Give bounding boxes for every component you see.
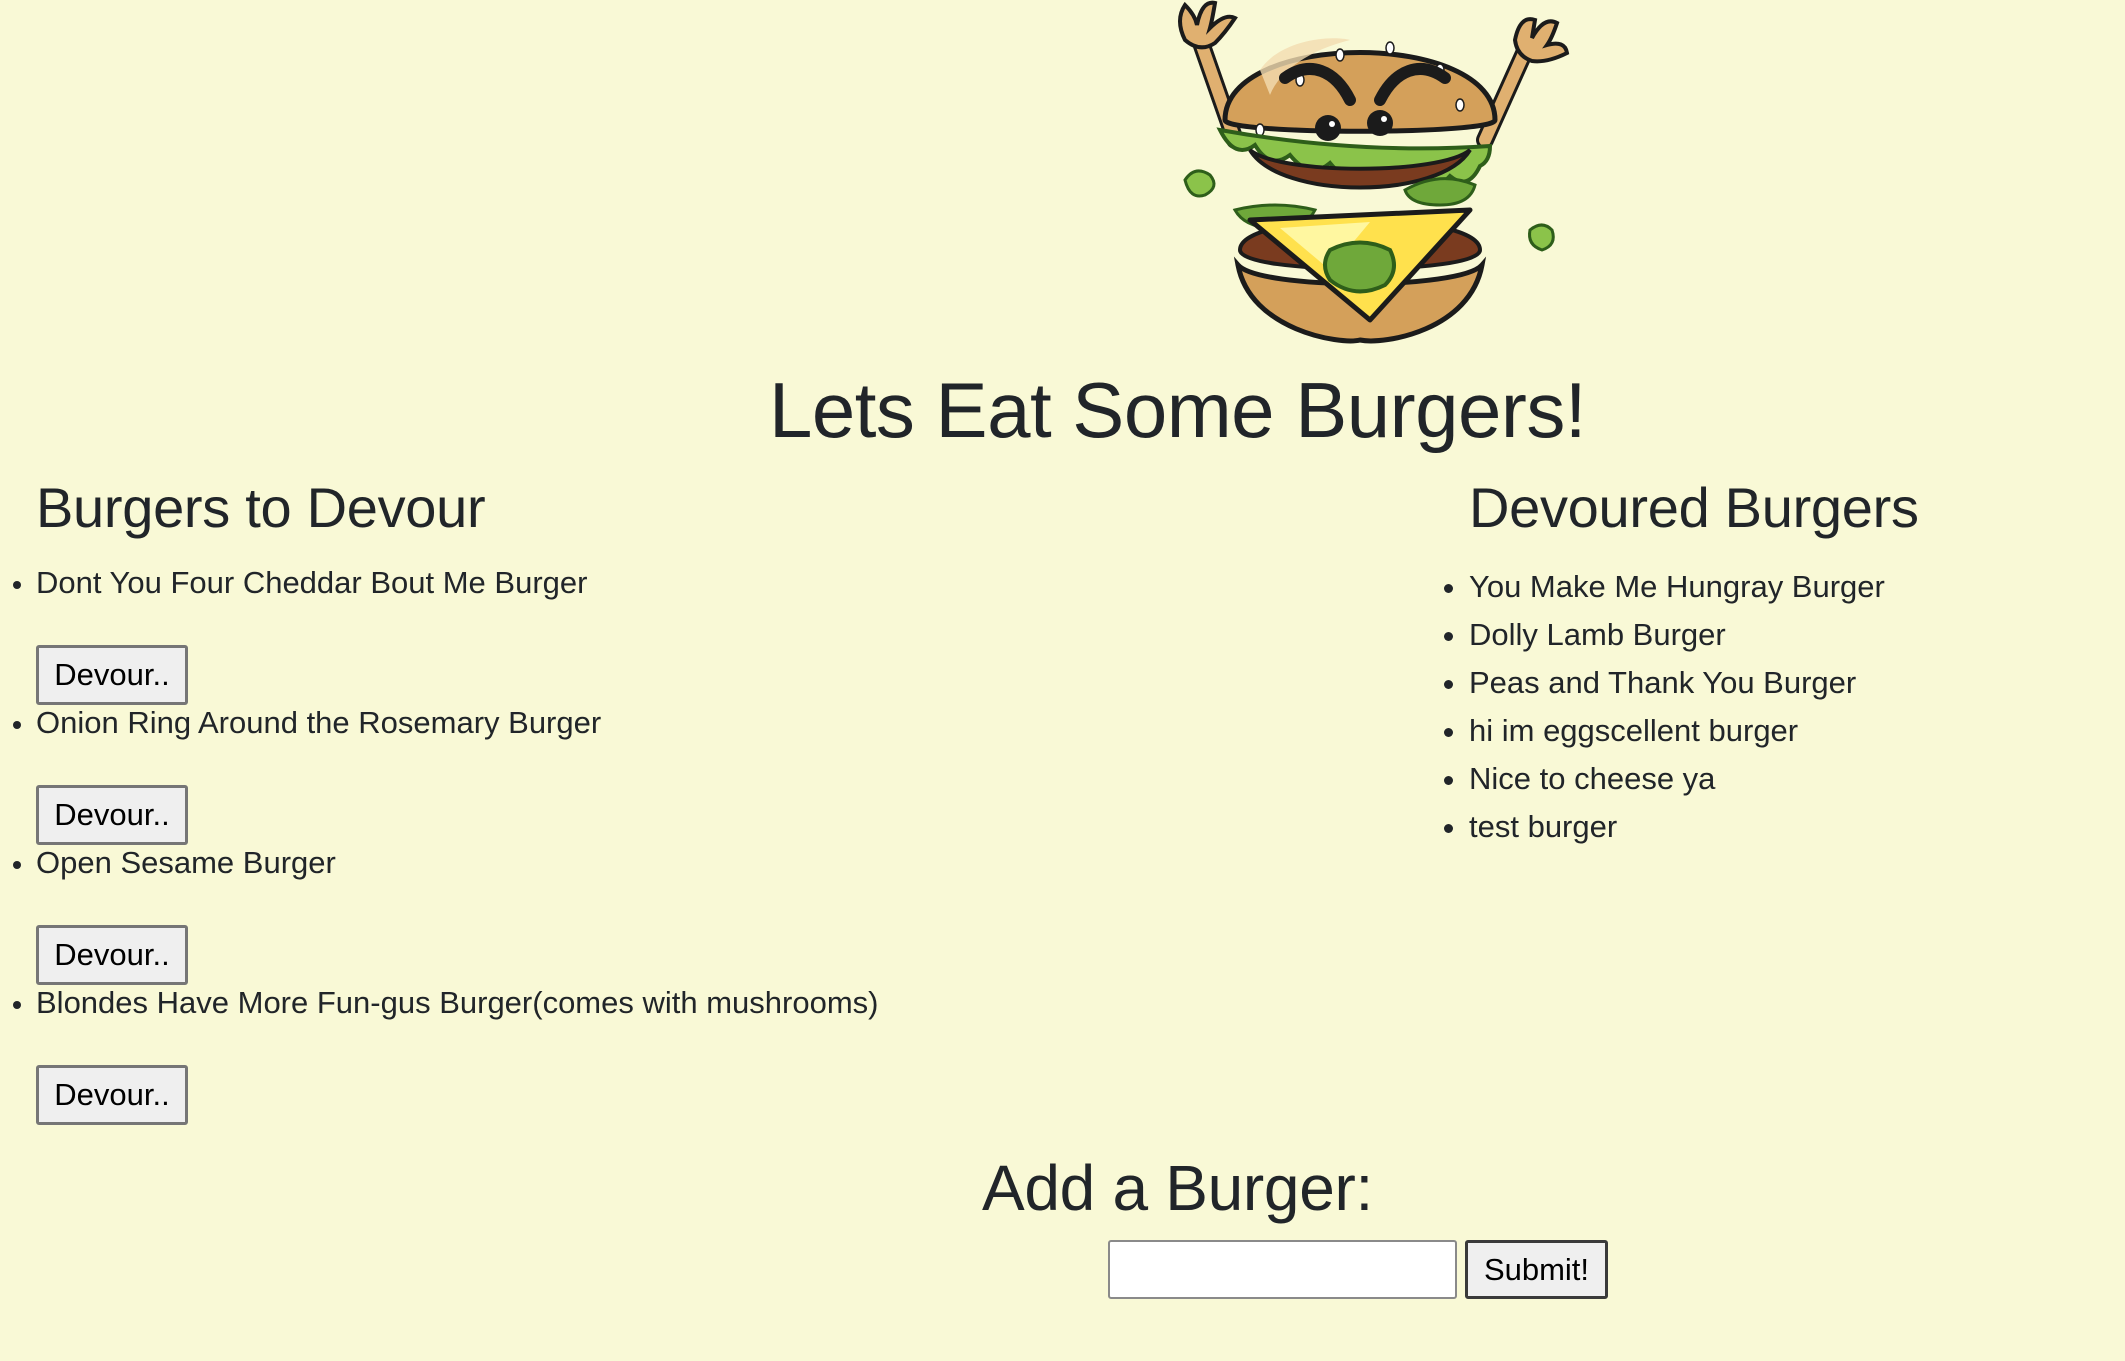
list-item: test burger	[1469, 803, 2089, 851]
to-devour-section: Burgers to Devour Dont You Four Cheddar …	[36, 473, 986, 1125]
list-item: Onion Ring Around the Rosemary Burger De…	[36, 703, 986, 845]
to-devour-list: Dont You Four Cheddar Bout Me Burger Dev…	[36, 563, 986, 1125]
burger-name: Blondes Have More Fun-gus Burger(comes w…	[36, 985, 879, 1020]
list-item: hi im eggscellent burger	[1469, 707, 2089, 755]
burger-name: Dont You Four Cheddar Bout Me Burger	[36, 565, 588, 600]
angry-burger-mascot-icon	[1178, 0, 1570, 344]
burger-mascot-logo	[1140, 0, 1580, 365]
add-burger-heading: Add a Burger:	[981, 1152, 1373, 1224]
add-burger-section: Add a Burger: Submit!	[0, 1148, 2125, 1299]
devour-button[interactable]: Devour..	[36, 1065, 188, 1125]
list-item: Nice to cheese ya	[1469, 755, 2089, 803]
list-item: Blondes Have More Fun-gus Burger(comes w…	[36, 983, 986, 1125]
list-item: Dont You Four Cheddar Bout Me Burger Dev…	[36, 563, 986, 705]
burger-name-input[interactable]	[1108, 1240, 1457, 1299]
burger-name: Open Sesame Burger	[36, 845, 336, 880]
list-item: Dolly Lamb Burger	[1469, 611, 2089, 659]
devoured-section: Devoured Burgers You Make Me Hungray Bur…	[1469, 473, 2089, 851]
devoured-list: You Make Me Hungray Burger Dolly Lamb Bu…	[1469, 563, 2089, 851]
submit-button[interactable]: Submit!	[1465, 1240, 1608, 1299]
list-item: Peas and Thank You Burger	[1469, 659, 2089, 707]
to-devour-heading: Burgers to Devour	[36, 476, 486, 539]
add-burger-form: Submit!	[1108, 1240, 1608, 1299]
burger-name: Onion Ring Around the Rosemary Burger	[36, 705, 602, 740]
list-item: You Make Me Hungray Burger	[1469, 563, 2089, 611]
devour-button[interactable]: Devour..	[36, 925, 188, 985]
devoured-heading: Devoured Burgers	[1469, 476, 1919, 539]
devour-button[interactable]: Devour..	[36, 785, 188, 845]
list-item: Open Sesame Burger Devour..	[36, 843, 986, 985]
devour-button[interactable]: Devour..	[36, 645, 188, 705]
page-title: Lets Eat Some Burgers!	[768, 366, 1587, 454]
